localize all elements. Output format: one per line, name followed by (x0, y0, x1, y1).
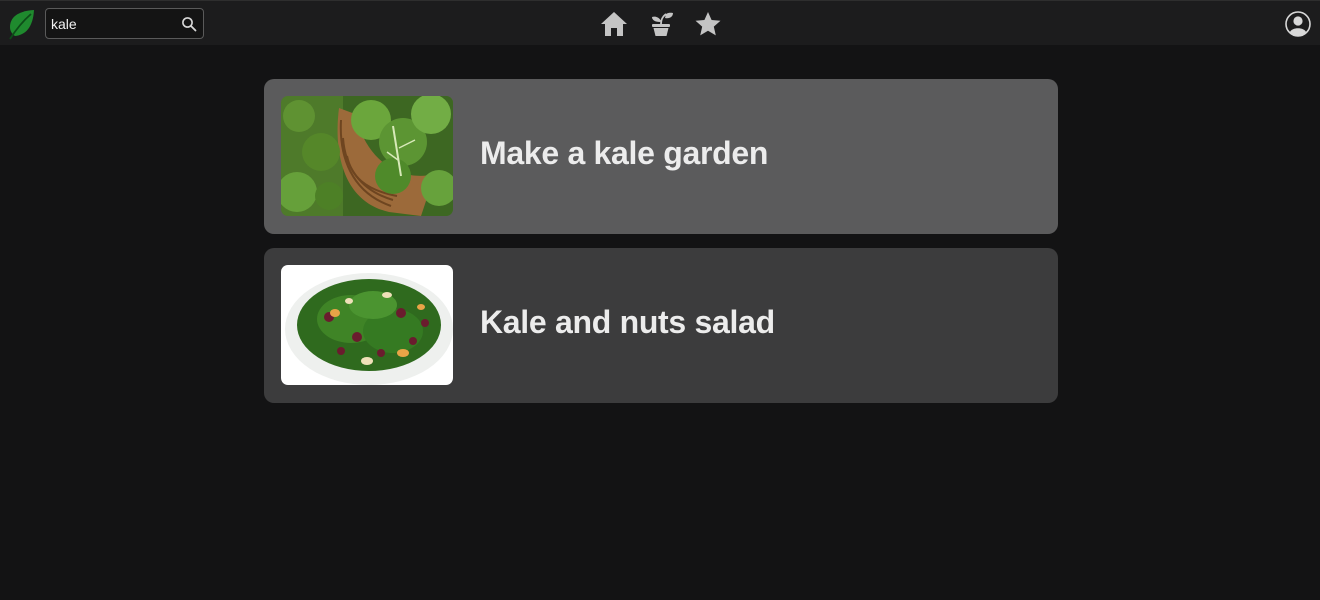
result-card[interactable]: Make a kale garden (264, 79, 1058, 234)
result-title[interactable]: Make a kale garden (480, 135, 768, 172)
result-card[interactable]: Kale and nuts salad (264, 248, 1058, 403)
leaf-logo-icon[interactable] (7, 8, 37, 40)
search-icon[interactable] (181, 16, 197, 32)
kale-salad-image (281, 265, 453, 385)
user-avatar-icon[interactable] (1285, 11, 1311, 37)
result-title[interactable]: Kale and nuts salad (480, 304, 775, 341)
home-icon[interactable] (600, 11, 628, 37)
search-input[interactable] (51, 13, 176, 35)
plant-icon[interactable] (647, 11, 675, 37)
star-icon[interactable] (694, 11, 722, 37)
kale-garden-image (281, 96, 453, 216)
search-box[interactable] (45, 8, 204, 39)
top-navbar (0, 0, 1320, 45)
